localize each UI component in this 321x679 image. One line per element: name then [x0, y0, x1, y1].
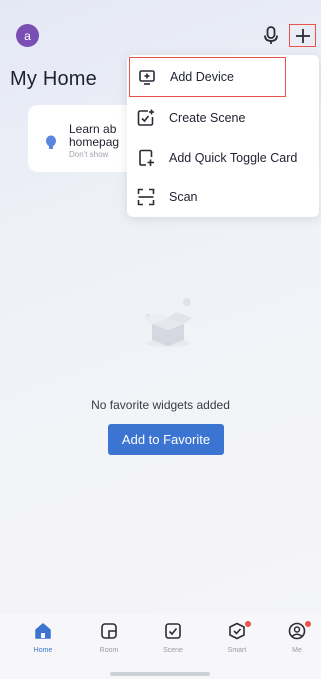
avatar[interactable]: a — [16, 24, 39, 47]
add-button[interactable] — [289, 24, 316, 47]
menu-item-add-device[interactable]: Add Device — [129, 57, 286, 97]
tab-me[interactable]: Me — [272, 621, 321, 672]
lightbulb-icon — [46, 135, 56, 149]
tab-smart[interactable]: Smart — [212, 621, 262, 672]
menu-item-label: Add Quick Toggle Card — [169, 151, 298, 165]
add-to-favorite-button[interactable]: Add to Favorite — [108, 424, 224, 455]
home-icon — [35, 623, 51, 639]
menu-item-label: Add Device — [170, 70, 234, 84]
menu-item-add-quick-toggle-card[interactable]: Add Quick Toggle Card — [127, 138, 319, 178]
tab-label: Home — [33, 647, 53, 654]
smart-icon — [229, 622, 245, 640]
add-device-icon — [139, 70, 155, 85]
tab-scene[interactable]: Scene — [148, 622, 198, 672]
notification-dot — [305, 621, 311, 627]
add-menu: Add Device Create Scene Add Quick Toggle… — [127, 55, 319, 217]
room-icon — [101, 623, 117, 639]
empty-state-text: No favorite widgets added — [91, 398, 230, 412]
notification-dot — [245, 621, 251, 627]
home-indicator — [110, 672, 210, 676]
tab-label: Smart — [227, 647, 247, 654]
tab-label: Scene — [163, 647, 183, 654]
menu-item-label: Create Scene — [169, 111, 246, 125]
tab-home[interactable]: Home — [18, 622, 68, 672]
tab-label: Me — [292, 647, 302, 654]
page-title: My Home — [10, 68, 97, 90]
scene-icon — [165, 623, 181, 639]
tip-dismiss-text[interactable]: Don't show — [69, 150, 108, 159]
scan-icon — [137, 188, 155, 206]
menu-item-create-scene[interactable]: Create Scene — [127, 98, 319, 138]
menu-item-label: Scan — [169, 190, 198, 204]
plus-icon — [295, 28, 310, 43]
quick-toggle-icon — [139, 149, 154, 166]
bottom-tab-bar: Home Room Scene Smart Me — [0, 614, 321, 679]
top-bar: a — [0, 0, 321, 56]
menu-item-scan[interactable]: Scan — [127, 177, 319, 217]
empty-box-illustration — [144, 298, 192, 347]
me-icon — [288, 622, 306, 640]
microphone-icon[interactable] — [262, 25, 280, 45]
tip-title-line1: Learn ab — [69, 122, 117, 136]
tab-label: Room — [99, 647, 119, 654]
tip-title-line2: homepag — [69, 135, 120, 149]
create-scene-icon — [137, 109, 154, 126]
tab-room[interactable]: Room — [84, 622, 134, 672]
